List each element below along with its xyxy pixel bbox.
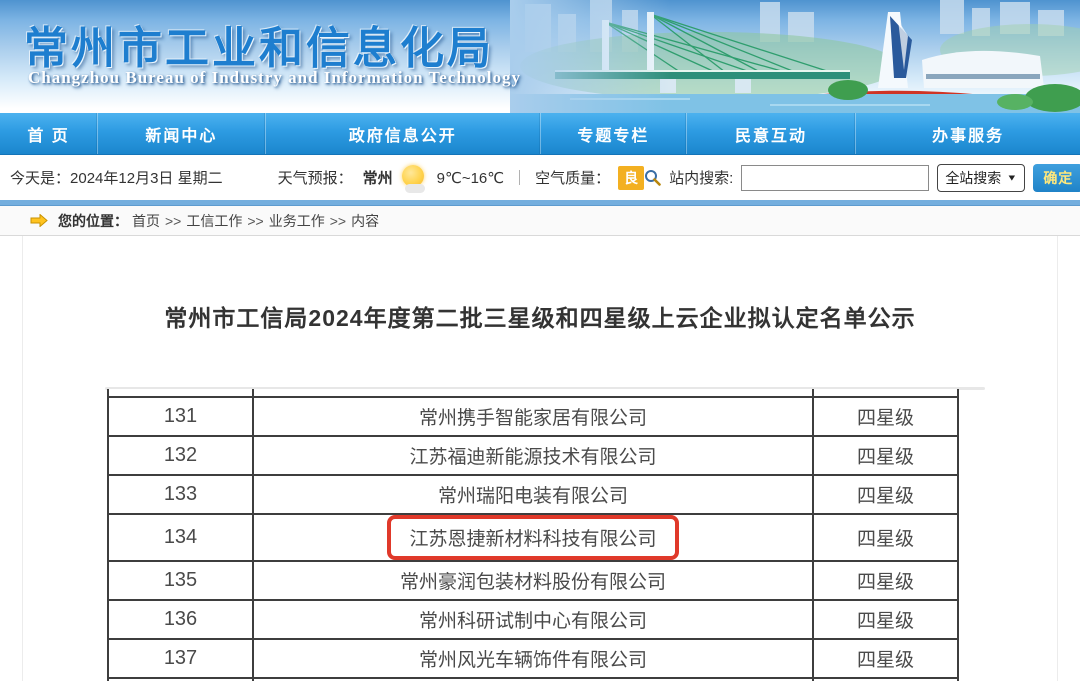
row-number: 133	[108, 475, 253, 514]
highlight-red-box: 江苏恩捷新材料科技有限公司	[387, 515, 678, 560]
table-row-clipped	[108, 389, 958, 397]
table-row: 137 常州风光车辆饰件有限公司 四星级	[108, 639, 958, 678]
table-row: 135 常州豪润包装材料股份有限公司 四星级	[108, 561, 958, 600]
site-search: 站内搜索: 全站搜索 ▼ 确定	[644, 164, 1080, 192]
breadcrumb: 您的位置： 首页 >> 工信工作 >> 业务工作 >> 内容	[0, 206, 1080, 236]
row-number: 135	[108, 561, 253, 600]
star-level: 四星级	[813, 436, 958, 475]
air-quality-label: 空气质量：	[535, 167, 610, 188]
temperature-range: 9℃~16℃	[437, 169, 504, 187]
search-icon	[644, 169, 661, 186]
star-level: 四星级	[813, 600, 958, 639]
article-content: 常州市工信局2024年度第二批三星级和四星级上云企业拟认定名单公示 131 常州…	[0, 236, 1080, 681]
table-row: 132 江苏福迪新能源技术有限公司 四星级	[108, 436, 958, 475]
date-display: 今天是： 2024年12月3日 星期二	[10, 167, 223, 188]
today-label: 今天是：	[10, 167, 70, 188]
company-name: 常州豪润包装材料股份有限公司	[400, 572, 666, 593]
weather-city: 常州	[363, 167, 393, 188]
breadcrumb-separator: >>	[330, 213, 346, 229]
main-nav: 首 页 新闻中心 政府信息公开 专题专栏 民意互动 办事服务	[0, 113, 1080, 155]
row-number: 134	[108, 514, 253, 561]
breadcrumb-item-home[interactable]: 首页	[132, 211, 160, 231]
breadcrumb-item-content[interactable]: 内容	[351, 211, 379, 231]
company-list-table: 131 常州携手智能家居有限公司 四星级 132 江苏福迪新能源技术有限公司 四…	[107, 389, 960, 681]
star-level: 四星级	[813, 514, 958, 561]
weather-display: 天气预报： 常州 9℃~16℃ ｜ 空气质量： 良	[278, 163, 645, 193]
breadcrumb-item-business-work[interactable]: 业务工作	[269, 211, 325, 231]
company-name: 常州风光车辆饰件有限公司	[419, 650, 647, 671]
site-title: 常州市工业和信息化局	[24, 12, 494, 76]
star-level: 四星级	[813, 475, 958, 514]
breadcrumb-separator: >>	[247, 213, 263, 229]
row-number: 137	[108, 639, 253, 678]
search-input[interactable]	[741, 165, 929, 191]
breadcrumb-separator: >>	[165, 213, 181, 229]
site-subtitle: Changzhou Bureau of Industry and Informa…	[28, 68, 521, 88]
info-bar: 今天是： 2024年12月3日 星期二 天气预报： 常州 9℃~16℃ ｜ 空气…	[0, 155, 1080, 200]
search-confirm-button[interactable]: 确定	[1033, 164, 1080, 192]
table-row-highlighted: 134 江苏恩捷新材料科技有限公司 四星级	[108, 514, 958, 561]
site-header-banner: 常州市工业和信息化局 Changzhou Bureau of Industry …	[0, 0, 1080, 113]
table-row: 133 常州瑞阳电装有限公司 四星级	[108, 475, 958, 514]
page-title: 常州市工信局2024年度第二批三星级和四星级上云企业拟认定名单公示	[0, 299, 1080, 333]
chevron-down-icon: ▼	[1006, 173, 1017, 183]
company-name: 常州瑞阳电装有限公司	[438, 486, 628, 507]
search-scope-select[interactable]: 全站搜索 ▼	[937, 164, 1025, 192]
nav-item-services[interactable]: 办事服务	[855, 113, 1080, 154]
bridge-cityscape-image	[510, 0, 1080, 113]
breadcrumb-label: 您的位置：	[58, 211, 128, 231]
air-quality-badge: 良	[618, 166, 644, 190]
star-level: 四星级	[813, 639, 958, 678]
company-name: 常州科研试制中心有限公司	[419, 611, 647, 632]
row-number: 132	[108, 436, 253, 475]
nav-item-gov-info[interactable]: 政府信息公开	[265, 113, 540, 154]
today-date: 2024年12月3日 星期二	[70, 167, 223, 188]
company-name: 江苏恩捷新材料科技有限公司	[409, 529, 656, 550]
table-row: 131 常州携手智能家居有限公司 四星级	[108, 397, 958, 436]
weather-label: 天气预报：	[278, 167, 353, 188]
page: 常州市工业和信息化局 Changzhou Bureau of Industry …	[0, 0, 1080, 681]
star-level: 四星级	[813, 397, 958, 436]
nav-item-home[interactable]: 首 页	[0, 113, 97, 154]
star-level: 四星级	[813, 561, 958, 600]
nav-item-public-interaction[interactable]: 民意互动	[686, 113, 856, 154]
table-row: 136 常州科研试制中心有限公司 四星级	[108, 600, 958, 639]
separator: ｜	[512, 167, 527, 188]
search-scope-value: 全站搜索	[945, 168, 1001, 188]
company-name: 江苏福迪新能源技术有限公司	[409, 447, 656, 468]
row-number: 131	[108, 397, 253, 436]
row-number: 136	[108, 600, 253, 639]
breadcrumb-item-industry-work[interactable]: 工信工作	[186, 211, 242, 231]
company-name: 常州携手智能家居有限公司	[419, 408, 647, 429]
sun-icon	[399, 163, 429, 193]
nav-item-news-center[interactable]: 新闻中心	[97, 113, 264, 154]
arrow-right-icon	[30, 214, 48, 227]
search-label: 站内搜索:	[669, 167, 733, 188]
nav-item-special-topics[interactable]: 专题专栏	[540, 113, 686, 154]
